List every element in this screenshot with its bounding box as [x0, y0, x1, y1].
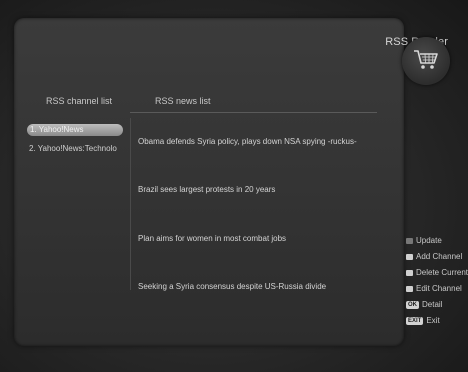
ok-key-icon: OK [406, 300, 419, 309]
legend-delete-current: Delete Current [406, 268, 468, 277]
channel-item-selected[interactable]: 1. Yahoo!News [27, 124, 123, 136]
column-separator [130, 118, 131, 290]
tv-screen: RSS Reader RSS channel list RSS news lis… [0, 0, 468, 372]
legend-edit-channel: Edit Channel [406, 284, 462, 293]
news-item[interactable]: Plan aims for women in most combat jobs [138, 234, 286, 243]
channel-list-header: RSS channel list [46, 96, 113, 106]
rss-panel [14, 18, 404, 346]
news-item[interactable]: Brazil sees largest protests in 20 years [138, 185, 275, 194]
legend-exit: EXIT Exit [406, 316, 440, 325]
exit-key-icon: EXIT [406, 316, 424, 325]
shopping-cart-icon [402, 37, 450, 85]
add-channel-key-icon [406, 253, 413, 260]
channel-item[interactable]: 2. Yahoo!News:Technolo [29, 144, 117, 153]
header-divider [130, 112, 377, 113]
legend-detail: OK Detail [406, 300, 443, 309]
update-key-icon [406, 237, 413, 244]
legend-update: Update [406, 236, 442, 245]
edit-key-icon [406, 285, 413, 292]
legend-add-channel: Add Channel [406, 252, 462, 261]
delete-key-icon [406, 269, 413, 276]
news-list-header: RSS news list [155, 96, 211, 106]
news-item[interactable]: Obama defends Syria policy, plays down N… [138, 137, 357, 146]
news-item[interactable]: Seeking a Syria consensus despite US-Rus… [138, 282, 326, 291]
